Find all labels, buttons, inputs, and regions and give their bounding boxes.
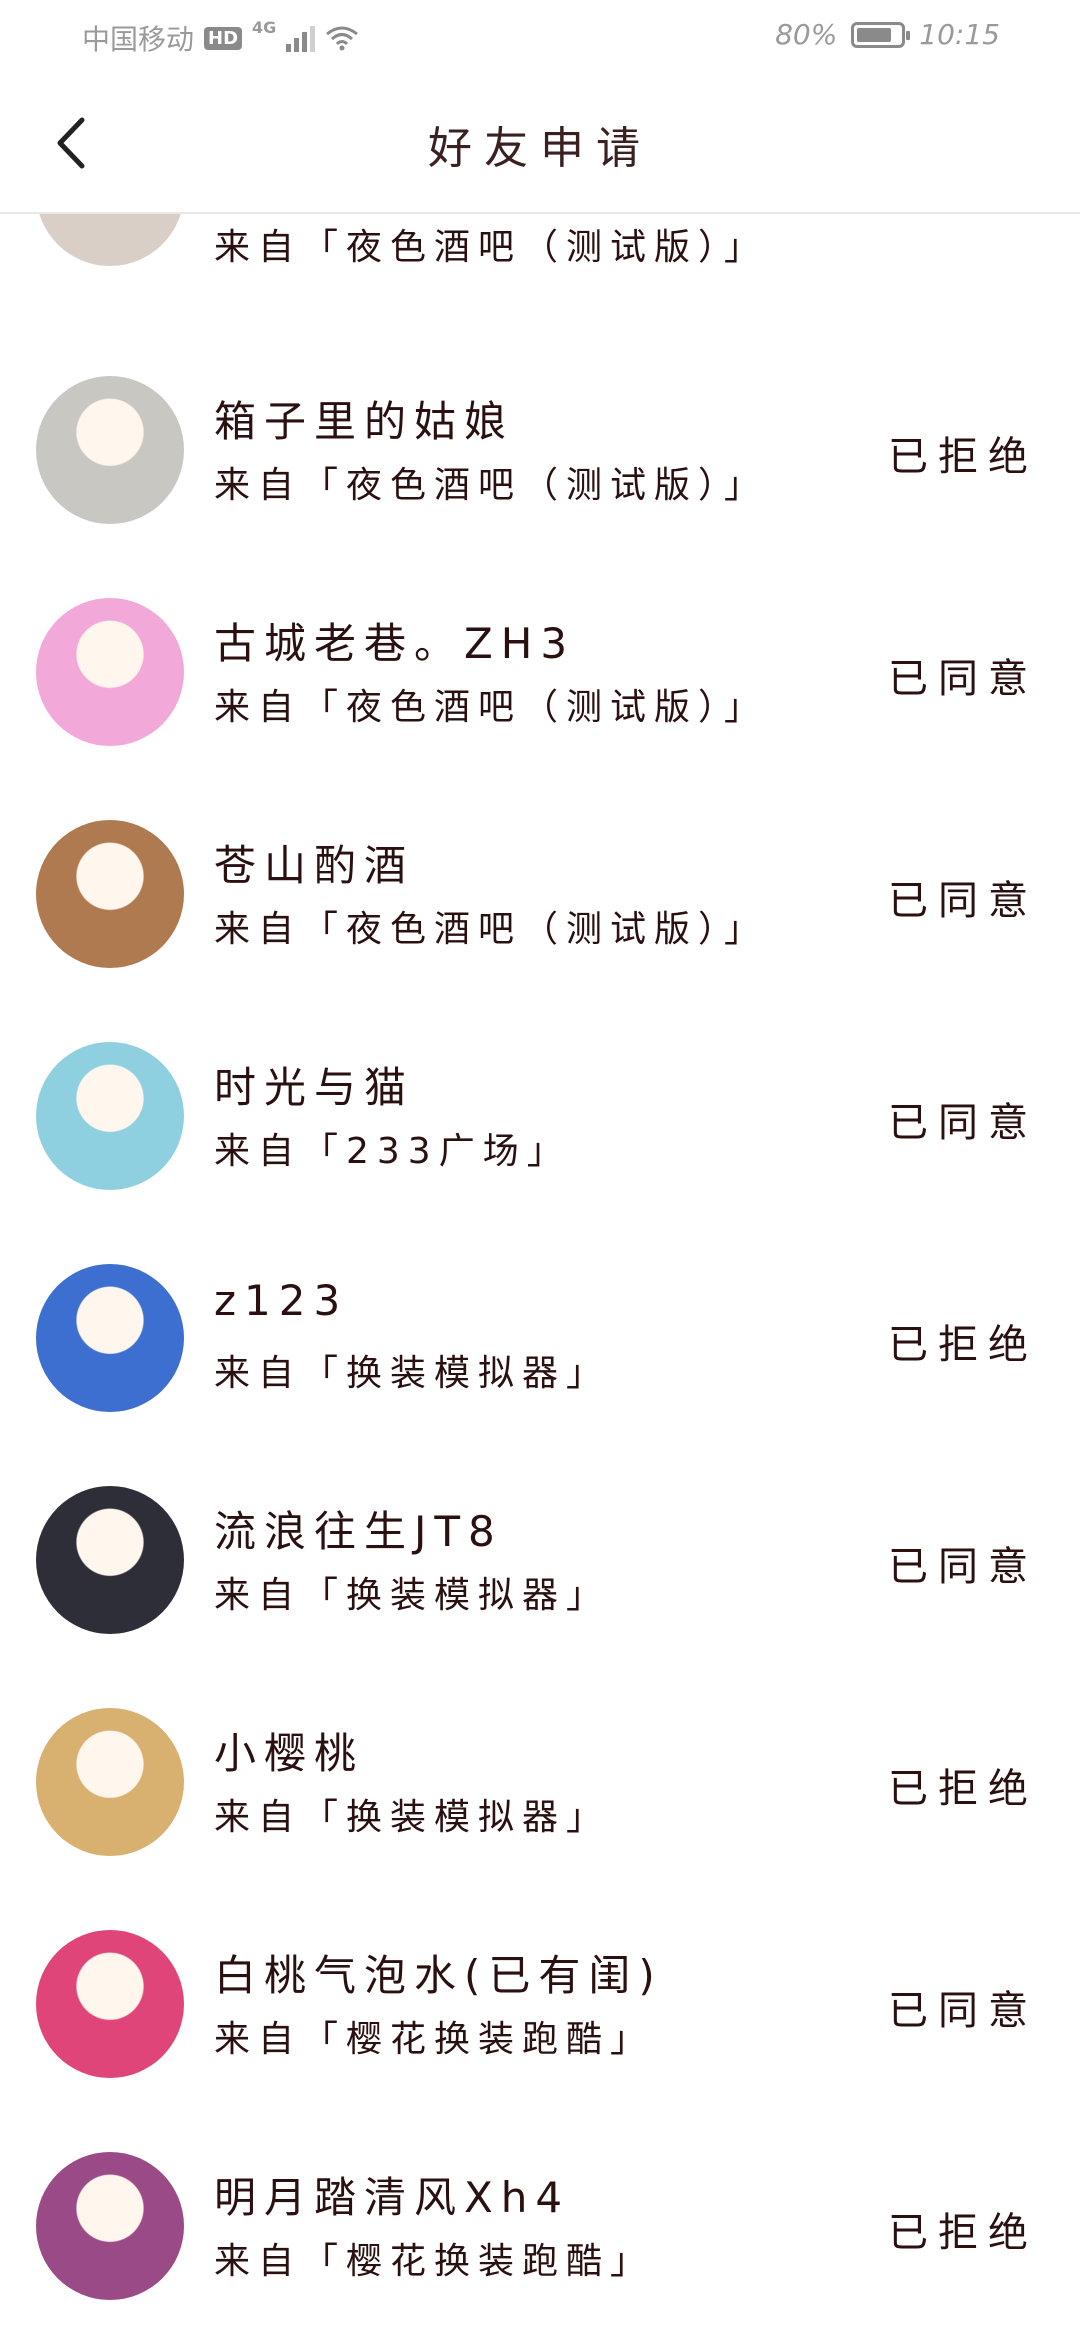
request-status: 已同意: [888, 1100, 1038, 1146]
status-bar: 中国移动 HD 4G 80% 10:15: [0, 0, 1080, 72]
nav-bar: 好友申请: [0, 72, 1080, 214]
clock: 10:15: [919, 18, 1000, 51]
request-status: 已同意: [888, 1988, 1038, 2034]
user-name: 苍山酌酒: [214, 841, 415, 890]
list-item[interactable]: 时光与猫来自「233广场」 已同意: [0, 1006, 1080, 1228]
battery-icon: [851, 21, 911, 48]
list-item[interactable]: 白桃气泡水(已有闺) 来自「樱花换装跑酷」 已同意: [0, 1894, 1080, 2116]
request-status: 已同意: [888, 878, 1038, 924]
status-right: 80% 10:15: [775, 18, 1000, 51]
user-name: z123: [214, 1276, 349, 1325]
user-name: 小樱桃: [214, 1729, 365, 1778]
request-source: 来自「换装模拟器」: [214, 1353, 611, 1394]
status-left: 中国移动 HD 4G: [82, 18, 359, 58]
battery-fill: [857, 27, 891, 42]
battery-percent: 80%: [775, 18, 838, 51]
wifi-icon: [326, 26, 359, 51]
request-status: 已拒绝: [888, 1322, 1038, 1368]
avatar[interactable]: [36, 820, 184, 968]
request-source: 来自「换装模拟器」: [214, 1797, 611, 1838]
request-status: 已拒绝: [888, 1766, 1038, 1812]
request-source: 来自「夜色酒吧（测试版）」: [214, 687, 769, 728]
request-source: 来自「夜色酒吧（测试版）」: [214, 227, 769, 268]
hd-badge: HD: [204, 26, 243, 50]
list-item[interactable]: 明月踏清风Xh4 来自「樱花换装跑酷」 已拒绝: [0, 2116, 1080, 2338]
avatar[interactable]: [36, 1264, 184, 1412]
request-status: 已拒绝: [888, 434, 1038, 480]
request-source: 来自「樱花换装跑酷」: [214, 2019, 655, 2060]
carrier-label: 中国移动: [82, 23, 195, 56]
list-item[interactable]: 古城老巷。ZH3 来自「夜色酒吧（测试版）」 已同意: [0, 562, 1080, 784]
user-name: 白桃气泡水(已有闺): [214, 1951, 663, 2000]
avatar[interactable]: [36, 1930, 184, 2078]
avatar[interactable]: [36, 1708, 184, 1856]
avatar[interactable]: [36, 1486, 184, 1634]
request-source: 来自「换装模拟器」: [214, 1575, 611, 1616]
user-name: 流浪往生JT8: [214, 1507, 503, 1556]
avatar[interactable]: [36, 2152, 184, 2300]
network-type: 4G: [252, 18, 277, 37]
request-status: 已同意: [888, 656, 1038, 702]
user-name: 古城老巷。ZH3: [214, 619, 576, 668]
request-source: 来自「樱花换装跑酷」: [214, 2241, 655, 2282]
request-source: 来自「233广场」: [214, 1131, 571, 1172]
list-item[interactable]: 箱子里的姑娘来自「夜色酒吧（测试版）」 已拒绝: [0, 340, 1080, 562]
request-status: 已同意: [888, 1544, 1038, 1590]
list-item[interactable]: z123 来自「换装模拟器」 已拒绝: [0, 1228, 1080, 1450]
list-item[interactable]: 小樱桃来自「换装模拟器」 已拒绝: [0, 1672, 1080, 1894]
list-item[interactable]: 苍山酌酒来自「夜色酒吧（测试版）」 已同意: [0, 784, 1080, 1006]
user-name: 时光与猫: [214, 1063, 415, 1112]
avatar[interactable]: [36, 1042, 184, 1190]
request-status: 已拒绝: [888, 2210, 1038, 2256]
page-title: 好友申请: [428, 123, 652, 174]
request-source: 来自「夜色酒吧（测试版）」: [214, 465, 769, 506]
avatar[interactable]: [36, 376, 184, 524]
request-source: 来自「夜色酒吧（测试版）」: [214, 909, 769, 950]
user-name: 箱子里的姑娘: [214, 397, 515, 446]
list-item[interactable]: 流浪往生JT8 来自「换装模拟器」 已同意: [0, 1450, 1080, 1672]
signal-icon: [286, 24, 316, 52]
avatar[interactable]: [36, 598, 184, 746]
user-name: 明月踏清风Xh4: [214, 2173, 571, 2222]
